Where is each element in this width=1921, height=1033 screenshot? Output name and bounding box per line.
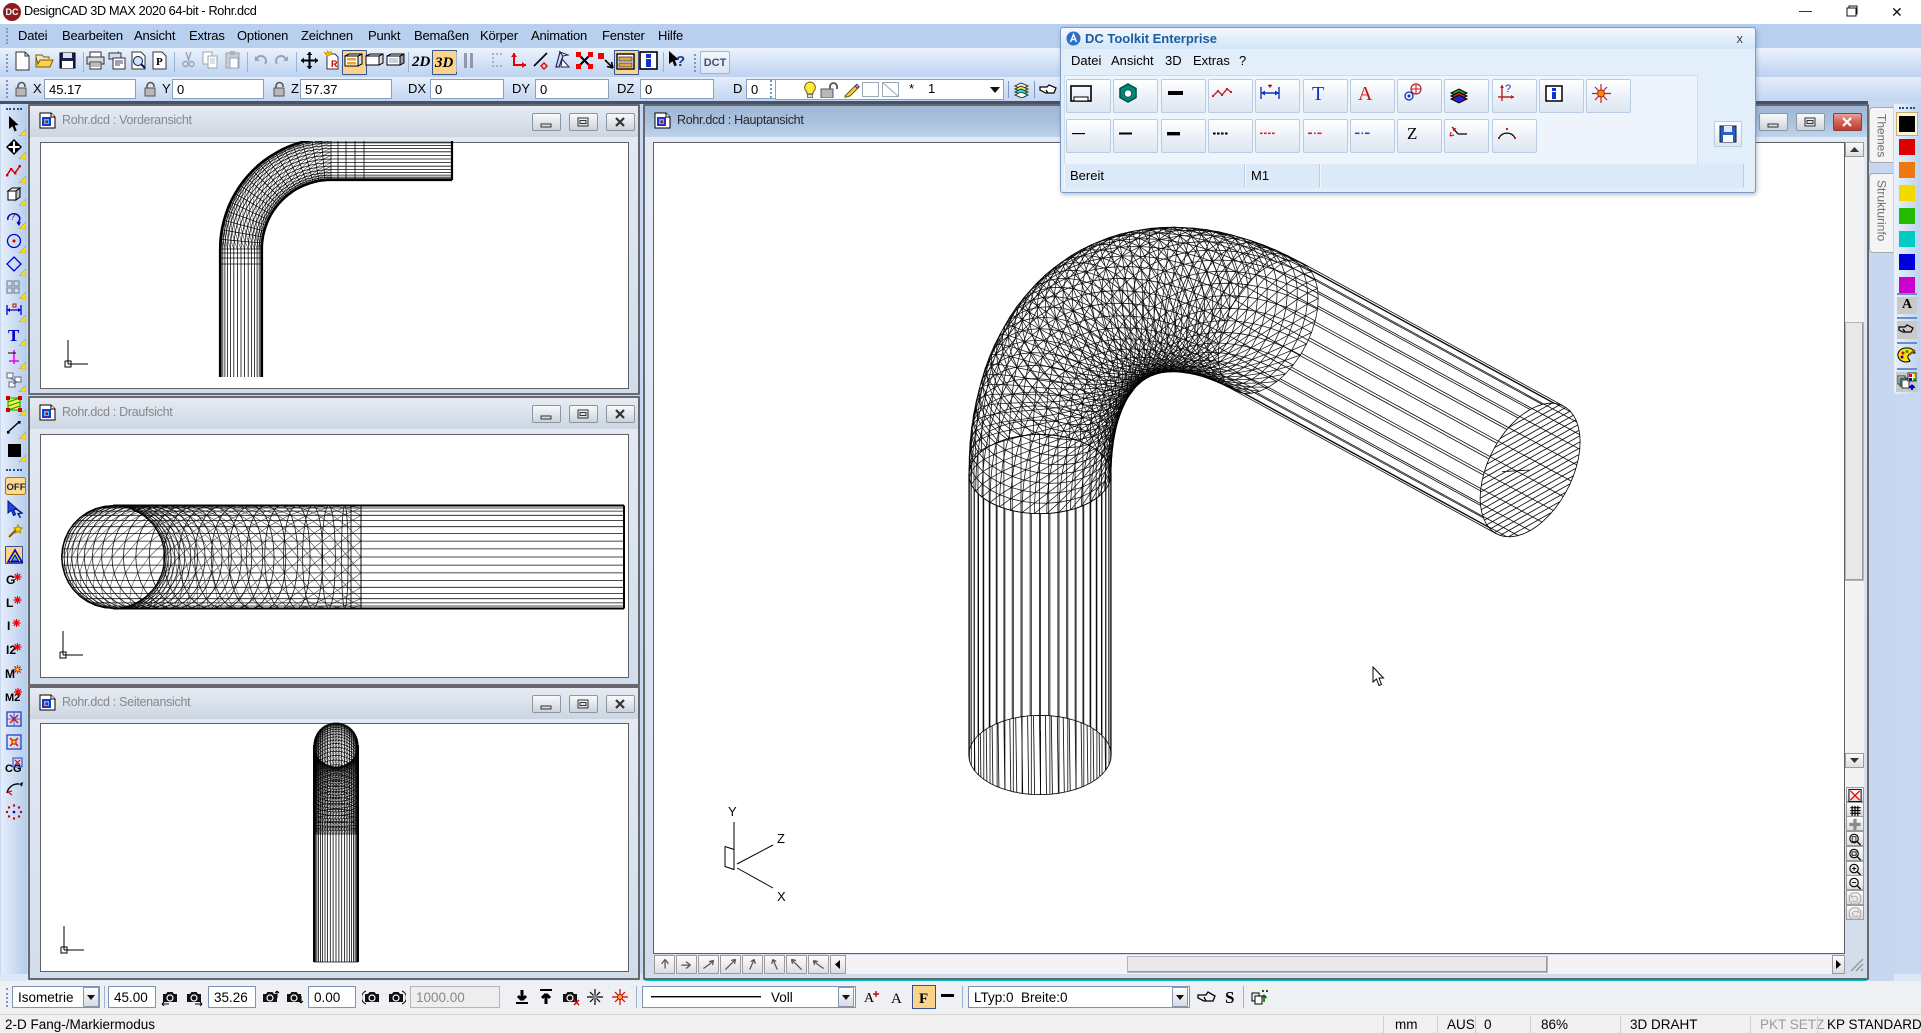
svg-text:F: F <box>919 991 928 1007</box>
svg-text:T: T <box>1312 83 1324 105</box>
svg-text:A: A <box>864 991 875 1006</box>
svg-text:2D: 2D <box>411 54 431 70</box>
svg-text:G: G <box>6 573 15 587</box>
svg-text:?: ? <box>676 53 685 70</box>
svg-text:L: L <box>6 596 13 610</box>
svg-text:A: A <box>891 991 902 1007</box>
svg-text:P: P <box>156 56 163 68</box>
svg-text:R: R <box>331 59 338 69</box>
svg-text:?: ? <box>10 212 15 222</box>
svg-text:Z: Z <box>777 831 785 846</box>
svg-text:X: X <box>777 889 786 904</box>
svg-text:I: I <box>7 619 10 633</box>
svg-text:?: ? <box>1505 83 1511 95</box>
svg-text:3D: 3D <box>434 55 454 71</box>
svg-text:OFF: OFF <box>7 482 26 493</box>
svg-text:Z: Z <box>1407 124 1417 143</box>
svg-text:S: S <box>1225 988 1234 1007</box>
svg-text:A: A <box>1358 83 1373 105</box>
svg-text:Y: Y <box>728 804 737 819</box>
